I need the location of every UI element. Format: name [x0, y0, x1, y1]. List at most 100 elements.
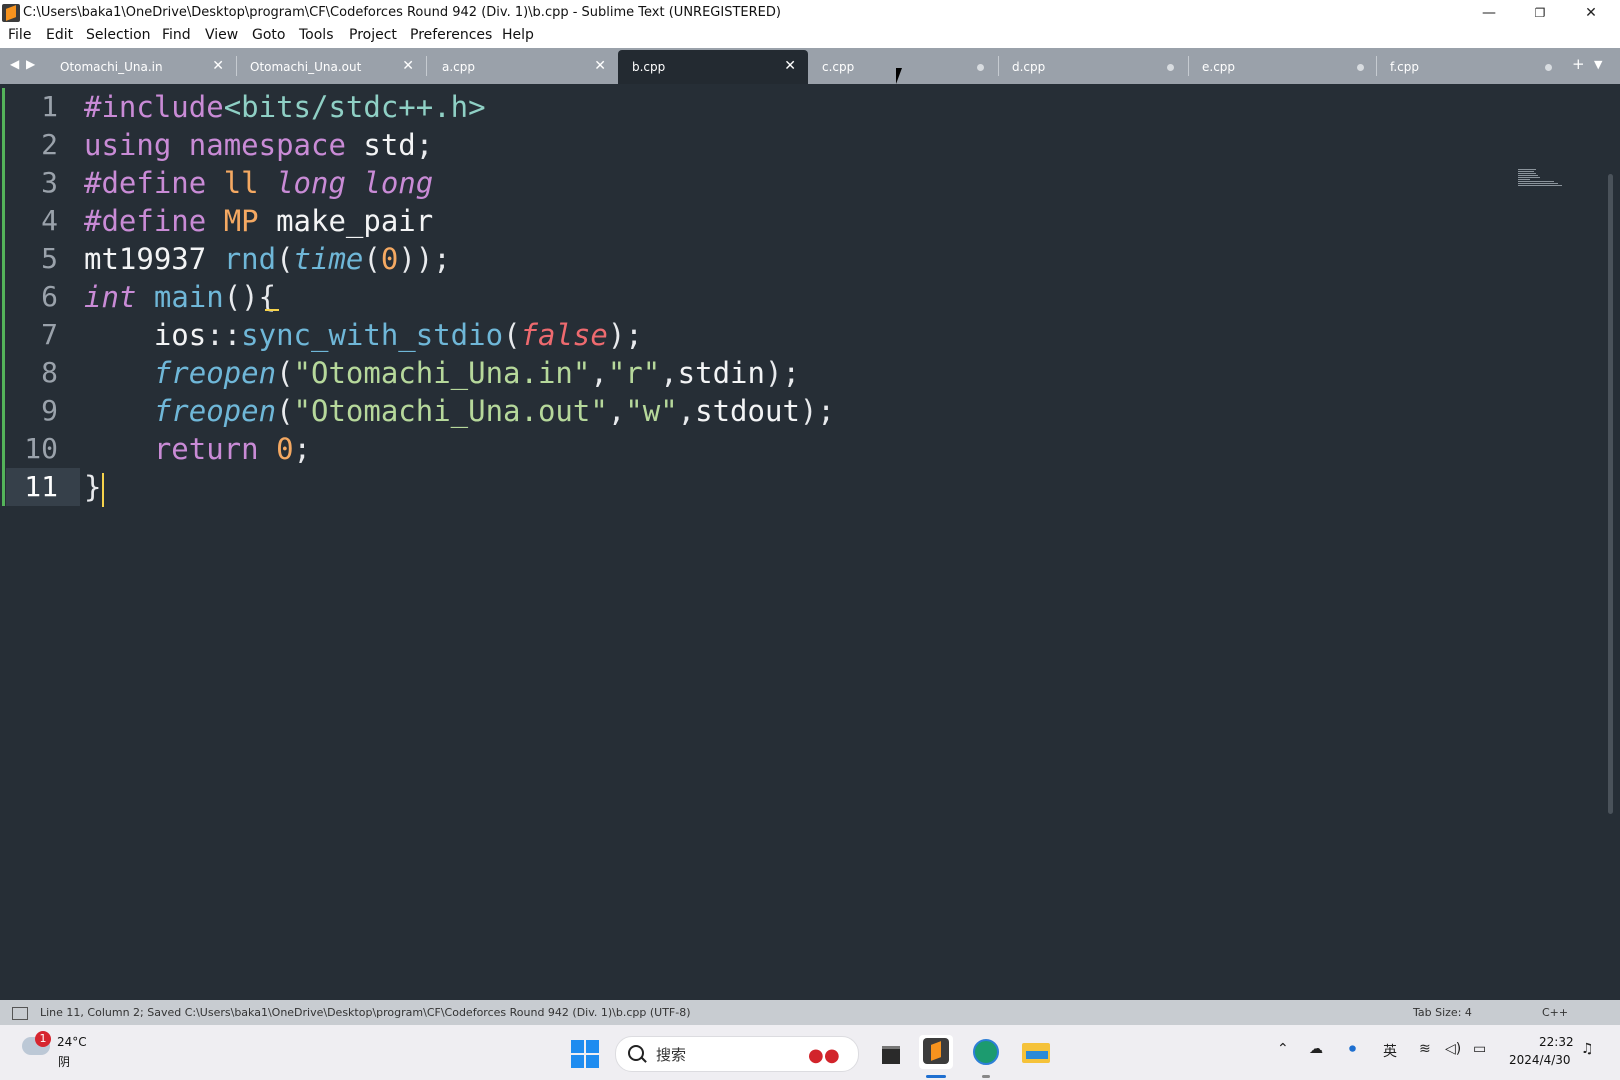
- line-number: 2: [41, 128, 58, 161]
- code-line-8: freopen("Otomachi_Una.in","r",stdin);: [153, 356, 800, 390]
- menu-tools[interactable]: Tools: [299, 27, 334, 43]
- clock-date[interactable]: 2024/4/30: [1509, 1053, 1571, 1067]
- tab-close-icon[interactable]: ✕: [402, 58, 414, 74]
- tab-size-indicator[interactable]: Tab Size: 4: [1413, 1006, 1472, 1019]
- weather-description: 阴: [58, 1055, 71, 1069]
- menu-view[interactable]: View: [205, 27, 238, 43]
- text-caret: [102, 473, 104, 507]
- git-diff-gutter-marker: [2, 88, 5, 506]
- status-bar: Line 11, Column 2; Saved C:\Users\baka1\…: [0, 1000, 1620, 1025]
- code-line-9: freopen("Otomachi_Una.out","w",stdout);: [153, 394, 835, 428]
- menu-selection[interactable]: Selection: [86, 27, 151, 43]
- tab-label: b.cpp: [632, 60, 666, 74]
- folder-icon[interactable]: [1018, 1035, 1052, 1069]
- tab-close-icon[interactable]: ✕: [784, 58, 796, 74]
- windows-start-icon[interactable]: [571, 1040, 599, 1068]
- tab-label: c.cpp: [822, 60, 855, 74]
- strawberry-icon: ●: [824, 1045, 840, 1066]
- bracket-match-underline: [265, 309, 279, 311]
- code-line-10: return 0;: [153, 432, 312, 466]
- tab-d-cpp[interactable]: d.cpp: [998, 50, 1188, 84]
- vertical-scrollbar[interactable]: [1608, 174, 1613, 814]
- unsaved-dot-icon[interactable]: [1167, 64, 1174, 71]
- microphone-icon[interactable]: ⏺: [1349, 1041, 1356, 1057]
- chevron-up-icon[interactable]: ⌃: [1277, 1041, 1289, 1057]
- code-line-3: #define ll long long: [84, 166, 434, 200]
- line-number: 7: [41, 318, 58, 351]
- edge-browser-icon[interactable]: [969, 1035, 1003, 1069]
- menu-edit[interactable]: Edit: [46, 27, 73, 43]
- title-bar: C:\Users\baka1\OneDrive\Desktop\program\…: [0, 0, 1620, 26]
- menu-preferences[interactable]: Preferences: [410, 27, 492, 43]
- tab-b-cpp[interactable]: b.cpp ✕: [618, 50, 808, 84]
- panel-toggle-icon[interactable]: [12, 1007, 28, 1020]
- minimap[interactable]: [1518, 169, 1564, 191]
- tab-list-icon[interactable]: ▼: [1594, 58, 1602, 71]
- menu-bar: File Edit Selection Find View Goto Tools…: [0, 26, 1620, 48]
- cloud-sync-icon[interactable]: ☁: [1309, 1041, 1323, 1057]
- tab-label: Otomachi_Una.out: [250, 60, 362, 74]
- search-icon: [628, 1045, 644, 1061]
- tab-close-icon[interactable]: ✕: [594, 58, 606, 74]
- status-message: Line 11, Column 2; Saved C:\Users\baka1\…: [40, 1006, 691, 1019]
- battery-icon[interactable]: ▭: [1473, 1041, 1486, 1057]
- volume-icon[interactable]: ◁): [1445, 1041, 1461, 1057]
- restore-button[interactable]: ❐: [1517, 0, 1563, 26]
- code-line-2: using namespace std;: [84, 128, 434, 162]
- tab-f-cpp[interactable]: f.cpp: [1376, 50, 1566, 84]
- tab-close-icon[interactable]: ✕: [212, 58, 224, 74]
- menu-find[interactable]: Find: [162, 27, 191, 43]
- tab-otomachi-una-out[interactable]: Otomachi_Una.out ✕: [236, 50, 426, 84]
- line-number: 10: [24, 432, 58, 465]
- menu-goto[interactable]: Goto: [252, 27, 285, 43]
- strawberry-icon: ●: [808, 1045, 824, 1066]
- tab-otomachi-una-in[interactable]: Otomachi_Una.in ✕: [46, 50, 236, 84]
- tab-divider: [426, 56, 427, 76]
- line-number: 8: [41, 356, 58, 389]
- tab-e-cpp[interactable]: e.cpp: [1188, 50, 1378, 84]
- temperature[interactable]: 24°C: [57, 1035, 87, 1049]
- code-line-1: #include<bits/stdc++.h>: [84, 90, 486, 124]
- tab-scroll-left-icon[interactable]: ◀: [10, 57, 19, 71]
- file-manager-app-icon[interactable]: [873, 1035, 907, 1069]
- wifi-icon[interactable]: ≋: [1419, 1041, 1431, 1057]
- tab-label: Otomachi_Una.in: [60, 60, 163, 74]
- line-number: 6: [41, 280, 58, 313]
- line-number: 3: [41, 166, 58, 199]
- close-window-button[interactable]: ✕: [1568, 0, 1614, 26]
- mouse-pointer-icon: [896, 68, 908, 84]
- tab-label: e.cpp: [1202, 60, 1236, 74]
- tab-bar: ◀ ▶ Otomachi_Una.in ✕ Otomachi_Una.out ✕…: [0, 48, 1620, 84]
- code-line-7: ios::sync_with_stdio(false);: [153, 318, 643, 352]
- running-app-indicator: [982, 1075, 990, 1078]
- unsaved-dot-icon[interactable]: [1357, 64, 1364, 71]
- unsaved-dot-icon[interactable]: [977, 64, 984, 71]
- syntax-indicator[interactable]: C++: [1542, 1006, 1568, 1019]
- tab-scroll-right-icon[interactable]: ▶: [26, 57, 35, 71]
- windows-taskbar: 1 24°C 阴 搜索 ● ● ⌃ ☁ ⏺ 英 ≋ ◁) ▭ 22:32 202…: [0, 1025, 1620, 1080]
- new-tab-icon[interactable]: +: [1572, 55, 1585, 73]
- taskbar-search[interactable]: 搜索 ● ●: [615, 1036, 859, 1072]
- tab-label: d.cpp: [1012, 60, 1046, 74]
- code-line-4: #define MP make_pair: [84, 204, 434, 238]
- tab-label: a.cpp: [442, 60, 475, 74]
- sublime-text-icon: [2, 4, 20, 22]
- menu-project[interactable]: Project: [349, 27, 397, 43]
- clock-time[interactable]: 22:32: [1539, 1035, 1574, 1049]
- menu-file[interactable]: File: [8, 27, 31, 43]
- ime-indicator[interactable]: 英: [1383, 1041, 1397, 1061]
- minimize-button[interactable]: —: [1466, 0, 1512, 26]
- notification-badge: 1: [35, 1031, 51, 1047]
- sublime-text-taskbar-icon[interactable]: [919, 1035, 953, 1069]
- menu-help[interactable]: Help: [502, 27, 534, 43]
- code-editor[interactable]: 1 2 3 4 5 6 7 8 9 10 11 #include<bits/st…: [0, 84, 1620, 1000]
- line-number: 1: [41, 90, 58, 123]
- notification-bell-icon[interactable]: ♫: [1581, 1041, 1594, 1057]
- window-title: C:\Users\baka1\OneDrive\Desktop\program\…: [23, 5, 781, 20]
- line-number: 9: [41, 394, 58, 427]
- line-number-current: 11: [24, 470, 58, 503]
- line-number: 5: [41, 242, 58, 275]
- unsaved-dot-icon[interactable]: [1545, 64, 1552, 71]
- code-line-5: mt19937 rnd(time(0));: [84, 242, 451, 276]
- tab-a-cpp[interactable]: a.cpp ✕: [428, 50, 618, 84]
